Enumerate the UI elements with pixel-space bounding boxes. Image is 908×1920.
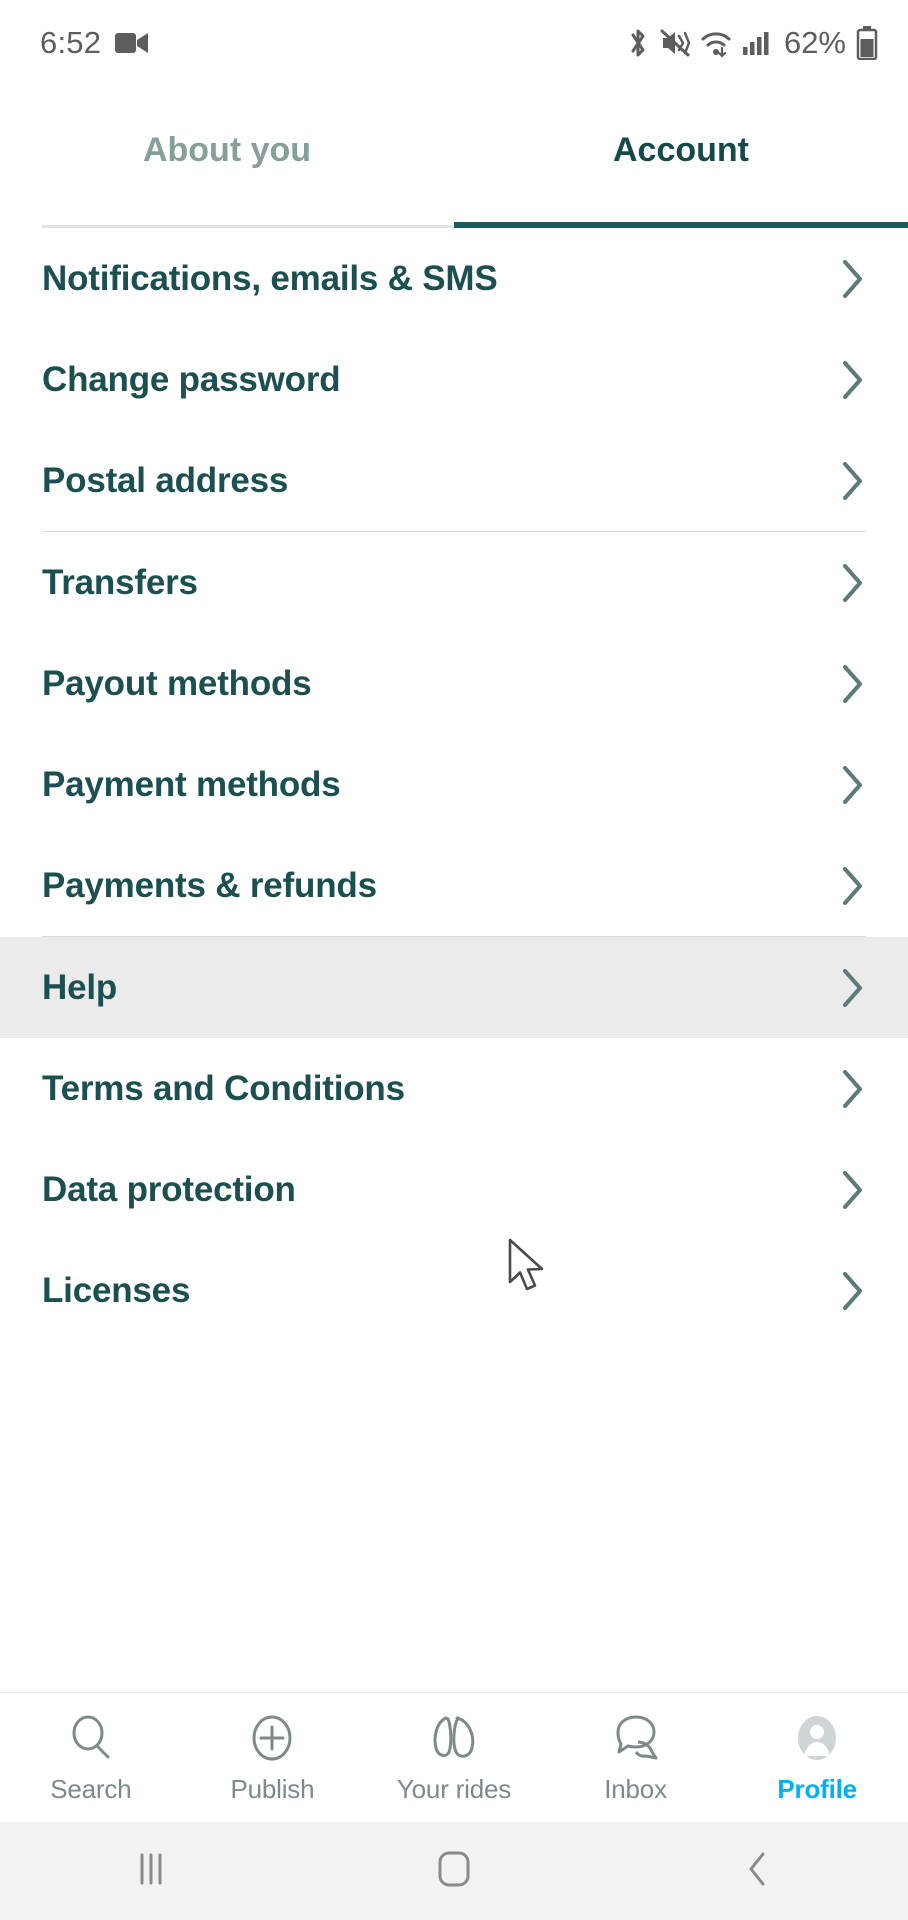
- list-item-terms-and-conditions[interactable]: Terms and Conditions: [0, 1038, 908, 1139]
- chevron-right-icon: [840, 1067, 866, 1111]
- settings-list: Notifications, emails & SMS Change passw…: [0, 228, 908, 1692]
- avatar-icon: [791, 1710, 843, 1766]
- tab-bar: About you Account: [0, 86, 908, 228]
- list-item-help[interactable]: Help: [0, 937, 908, 1038]
- recents-button[interactable]: [0, 1849, 303, 1894]
- nav-item-label: Profile: [777, 1774, 857, 1804]
- rides-icon: [424, 1710, 484, 1766]
- tab-account-label: Account: [613, 130, 749, 169]
- list-item-label: Data protection: [42, 1170, 296, 1209]
- list-item-transfers[interactable]: Transfers: [0, 532, 908, 633]
- status-bar-left: 6:52: [40, 25, 149, 61]
- chat-bubbles-icon: [608, 1710, 664, 1766]
- home-button[interactable]: [303, 1848, 606, 1895]
- chevron-right-icon: [840, 864, 866, 908]
- list-item-label: Terms and Conditions: [42, 1069, 405, 1108]
- chevron-right-icon: [840, 1269, 866, 1313]
- list-item-label: Payment methods: [42, 765, 341, 804]
- list-item-label: Postal address: [42, 461, 289, 500]
- tab-account[interactable]: Account: [454, 86, 908, 228]
- list-item-label: Help: [42, 968, 118, 1007]
- list-item-label: Notifications, emails & SMS: [42, 259, 498, 298]
- list-item-postal-address[interactable]: Postal address: [0, 430, 908, 531]
- phone-screen: 6:52 62% About you Account Notifications…: [0, 0, 908, 1920]
- nav-item-your-rides[interactable]: Your rides: [363, 1710, 545, 1805]
- nav-item-label: Publish: [230, 1774, 315, 1804]
- cellular-signal-icon: [742, 29, 770, 57]
- list-item-notifications[interactable]: Notifications, emails & SMS: [0, 228, 908, 329]
- bluetooth-icon: [626, 27, 650, 59]
- clock: 6:52: [40, 25, 102, 60]
- nav-item-profile[interactable]: Profile: [726, 1710, 908, 1805]
- chevron-right-icon: [840, 459, 866, 503]
- status-bar-right: 62%: [626, 25, 878, 61]
- chevron-right-icon: [840, 763, 866, 807]
- nav-item-label: Your rides: [396, 1774, 512, 1804]
- bottom-navigation-bar: Search Publish Your rides Inbox Profile: [0, 1692, 908, 1822]
- battery-icon: [856, 26, 878, 60]
- nav-item-publish[interactable]: Publish: [182, 1710, 364, 1805]
- nav-item-label: Search: [50, 1774, 132, 1804]
- status-bar: 6:52 62%: [0, 0, 908, 86]
- chevron-right-icon: [840, 561, 866, 605]
- tab-about-you-label: About you: [142, 130, 312, 169]
- list-item-payment-methods[interactable]: Payment methods: [0, 734, 908, 835]
- list-item-licenses[interactable]: Licenses: [0, 1240, 908, 1341]
- battery-percent-label: 62%: [783, 25, 846, 60]
- recents-icon: [134, 1849, 168, 1894]
- mute-vibrate-icon: [660, 27, 690, 59]
- list-item-label: Transfers: [42, 563, 198, 602]
- chevron-right-icon: [840, 358, 866, 402]
- search-icon: [65, 1710, 117, 1766]
- video-camera-icon: [115, 30, 149, 56]
- list-item-label: Change password: [42, 360, 341, 399]
- chevron-right-icon: [840, 257, 866, 301]
- back-chevron-icon: [742, 1848, 772, 1895]
- back-button[interactable]: [605, 1848, 908, 1895]
- plus-circle-icon: [246, 1710, 298, 1766]
- list-item-data-protection[interactable]: Data protection: [0, 1139, 908, 1240]
- home-icon: [435, 1848, 473, 1895]
- nav-item-label: Inbox: [604, 1774, 667, 1804]
- chevron-right-icon: [840, 966, 866, 1010]
- nav-item-inbox[interactable]: Inbox: [545, 1710, 727, 1805]
- tab-about-you[interactable]: About you: [0, 86, 454, 228]
- wifi-icon: [700, 28, 732, 58]
- list-item-label: Payout methods: [42, 664, 312, 703]
- chevron-right-icon: [840, 662, 866, 706]
- list-item-change-password[interactable]: Change password: [0, 329, 908, 430]
- list-item-payments-refunds[interactable]: Payments & refunds: [0, 835, 908, 936]
- list-item-label: Licenses: [42, 1271, 191, 1310]
- nav-item-search[interactable]: Search: [0, 1710, 182, 1805]
- list-item-label: Payments & refunds: [42, 866, 377, 905]
- list-item-payout-methods[interactable]: Payout methods: [0, 633, 908, 734]
- android-navigation-bar: [0, 1822, 908, 1920]
- chevron-right-icon: [840, 1168, 866, 1212]
